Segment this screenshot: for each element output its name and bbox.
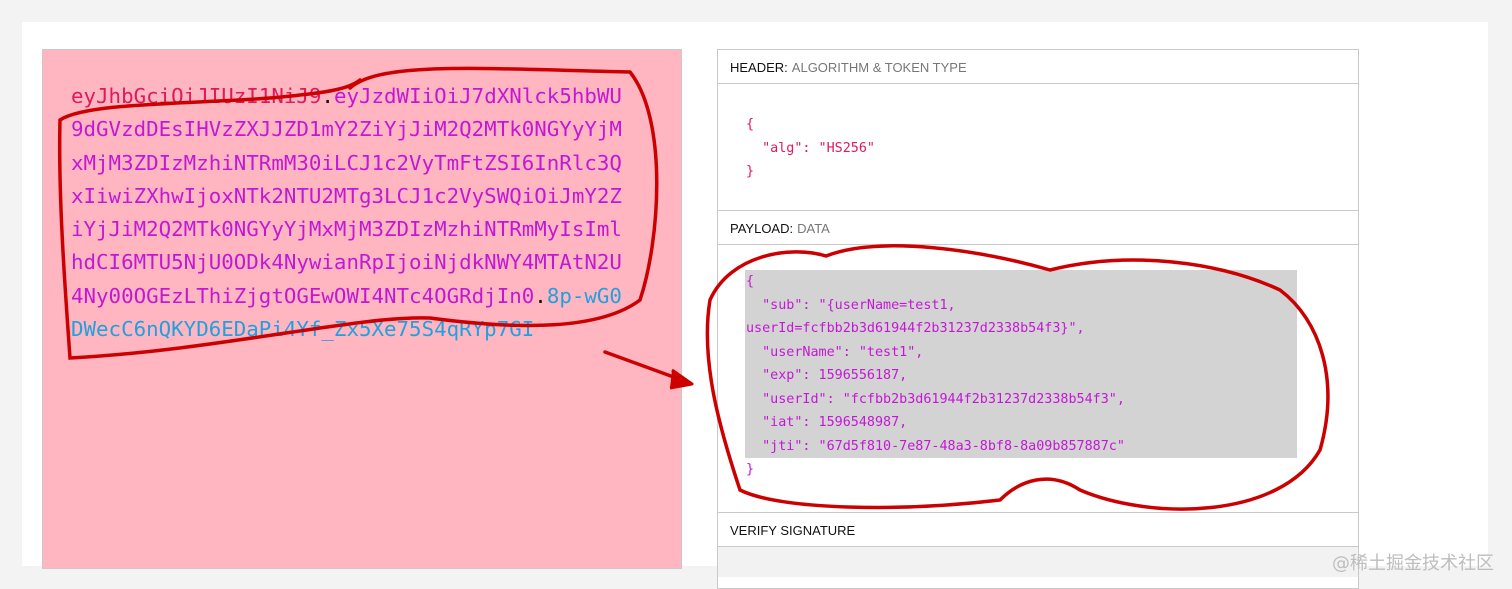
- header-section-title: HEADER: ALGORITHM & TOKEN TYPE: [718, 50, 1358, 84]
- header-json[interactable]: { "alg": "HS256" }: [746, 113, 875, 184]
- header-label: HEADER:: [730, 60, 788, 75]
- token-dot: .: [534, 283, 547, 308]
- verify-section-title: VERIFY SIGNATURE: [718, 513, 1358, 547]
- verify-section-body: [718, 547, 1358, 577]
- header-sublabel: ALGORITHM & TOKEN TYPE: [791, 60, 967, 75]
- payload-label: PAYLOAD:: [730, 221, 794, 236]
- payload-sublabel: DATA: [797, 221, 830, 236]
- watermark: @稀土掘金技术社区: [1332, 553, 1494, 574]
- encoded-token-panel[interactable]: eyJhbGciOiJIUzI1NiJ9.eyJzdWIiOiJ7dXNlck5…: [42, 49, 682, 569]
- token-header-part: eyJhbGciOiJIUzI1NiJ9: [71, 84, 322, 108]
- encoded-token-text[interactable]: eyJhbGciOiJIUzI1NiJ9.eyJzdWIiOiJ7dXNlck5…: [71, 80, 631, 346]
- token-payload-part: eyJzdWIiOiJ7dXNlck5hbWU9dGVzdDEsIHVzZXJJ…: [71, 84, 622, 308]
- header-json-editor[interactable]: { "alg": "HS256" }: [718, 84, 1358, 211]
- payload-section-title: PAYLOAD: DATA: [718, 211, 1358, 245]
- payload-json[interactable]: { "sub": "{userName=test1, userId=fcfbb2…: [746, 270, 1298, 482]
- decoded-panel: HEADER: ALGORITHM & TOKEN TYPE { "alg": "…: [717, 49, 1359, 589]
- token-dot: .: [321, 84, 334, 108]
- verify-label: VERIFY SIGNATURE: [730, 523, 856, 538]
- payload-json-editor[interactable]: { "sub": "{userName=test1, userId=fcfbb2…: [718, 245, 1358, 513]
